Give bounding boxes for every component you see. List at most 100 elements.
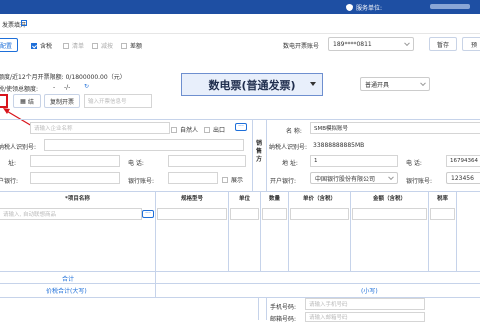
account-select[interactable]: 189****0811 [328, 37, 414, 51]
seller-bank-select[interactable]: 中国银行股份有限公司 [310, 172, 398, 184]
chevron-down-icon [420, 80, 426, 87]
total-label: 合计 [62, 276, 75, 283]
item-name-placeholder: 请输入, 自动联想商品 [3, 212, 56, 218]
seller-bank-label: 开户银行: [270, 178, 297, 185]
discount-label: 差额 [130, 43, 143, 50]
seller-taxid-value: 33888888885MB [313, 142, 365, 149]
quota-line2-value2: -/- [64, 84, 71, 91]
top-bar: 服务单位: [0, 0, 480, 14]
reduce-label: 减按 [101, 43, 114, 50]
tax-included-checkbox[interactable]: 含税 [31, 41, 52, 50]
col-tax-rate: 税率 [436, 196, 448, 202]
copy-invoice-button[interactable]: 复制开票 [44, 94, 80, 108]
quota-line: 额度/近12个月开票限额: 0/1800000.00（元） [0, 74, 126, 81]
external-link-icon[interactable] [21, 20, 27, 26]
col-spec: 规格型号 [180, 196, 203, 202]
buyer-name-placeholder: 请输入企业名称 [34, 126, 73, 132]
export-checkbox[interactable]: 出口 [204, 125, 225, 134]
seller-bank-value: 中国银行股份有限公司 [315, 175, 376, 183]
seller-account-select[interactable]: 123456 [446, 172, 480, 184]
service-unit: 服务单位: [346, 3, 382, 12]
item-more-icon[interactable]: ··· [142, 210, 154, 218]
natural-person-checkbox[interactable]: 自然人 [171, 125, 198, 134]
refresh-icon[interactable]: ↻ [84, 83, 89, 90]
draft-label: 暂存 [436, 41, 449, 49]
copy-label: 复制开票 [49, 98, 74, 106]
unit-input[interactable] [230, 208, 259, 220]
phone-label: 手机号码: [270, 304, 297, 311]
buyer-name-input[interactable]: 请输入企业名称 [30, 122, 170, 134]
spec-input[interactable] [157, 208, 227, 220]
draft-button[interactable]: 暂存 [429, 37, 457, 51]
item-name-input[interactable]: 请输入, 自动联想商品 [0, 208, 142, 220]
issue-type-value: 普通开具 [365, 81, 390, 89]
col-amount: 金额（含税） [372, 196, 406, 202]
open-label: 结 [27, 98, 34, 106]
search-placeholder: 输入开票信息号 [88, 99, 127, 105]
seller-account-label: 银行账号: [406, 178, 433, 185]
list-label: 清单 [72, 43, 85, 50]
show-checkbox[interactable]: 展示 [222, 175, 243, 184]
buyer-address-input[interactable] [30, 155, 120, 167]
seller-address-label: 地 址: [282, 160, 298, 167]
dropdown-arrow-icon [310, 82, 316, 86]
seller-account-value: 123456 [451, 174, 474, 182]
invoice-type-title: 数电票(普通发票) [208, 78, 296, 92]
checkbox-icon [204, 126, 210, 133]
seller-name-value: SMB模拟账号 [314, 126, 349, 132]
preview-label: 预 [470, 41, 477, 49]
buyer-more-icon[interactable]: ··· [235, 123, 247, 131]
invoice-type-select[interactable]: 数电票(普通发票) [181, 73, 323, 96]
user-name-masked[interactable] [430, 4, 470, 9]
seller-address-value: 1 [314, 158, 318, 164]
export-label: 出口 [213, 127, 226, 134]
seller-address-field[interactable]: 1 [310, 155, 398, 167]
checkbox-icon [121, 42, 127, 49]
seller-taxid-label: 纳税人识别号: [269, 144, 308, 151]
discount-checkbox[interactable]: 差额 [121, 41, 142, 50]
preview-button[interactable]: 预 [462, 37, 480, 51]
title-bar: 发票填开 [0, 14, 480, 34]
seller-name-field[interactable]: SMB模拟账号 [310, 122, 480, 134]
price-input[interactable] [290, 208, 349, 220]
seller-phone-value: 16794364 [450, 158, 478, 164]
checkbox-checked-icon [31, 42, 37, 49]
invoice-search-input[interactable]: 输入开票信息号 [84, 94, 152, 108]
amount-input[interactable] [352, 208, 427, 220]
buyer-taxid-input[interactable] [44, 139, 244, 151]
email-input[interactable]: 请输入邮箱号码 [305, 312, 425, 322]
total-in-words-label: 价税合计(大写) [46, 288, 87, 295]
seller-phone-label: 电 话: [406, 160, 422, 167]
buyer-bank-input[interactable] [30, 172, 120, 184]
total-lower-label: (小写) [361, 288, 378, 295]
seller-phone-field[interactable]: 16794364 [446, 155, 480, 167]
buyer-phone-input[interactable] [168, 155, 246, 167]
tax-rate-input[interactable] [430, 208, 455, 220]
issue-type-select[interactable]: 普通开具 [360, 77, 430, 91]
col-unit: 单位 [238, 196, 250, 202]
seller-name-label: 名 称: [286, 128, 302, 135]
col-item-name: *项目名称 [65, 196, 90, 202]
service-unit-label: 服务单位: [356, 5, 383, 12]
phone-input[interactable]: 请输入手机号码 [305, 298, 425, 310]
qty-input[interactable] [262, 208, 287, 220]
show-label: 展示 [231, 177, 244, 184]
quota-line2-value1: - [53, 84, 56, 91]
shield-icon [346, 4, 353, 11]
col-qty: 数量 [268, 196, 280, 202]
checkbox-icon [222, 176, 228, 183]
tax-included-label: 含税 [40, 43, 53, 50]
reduce-checkbox[interactable]: 减按 [92, 41, 113, 50]
buyer-address-label: 址: [8, 160, 17, 167]
account-label: 数电开票账号 [283, 43, 320, 50]
checkbox-icon [171, 126, 177, 133]
email-label: 邮箱号码: [270, 316, 297, 323]
checkbox-icon [63, 42, 69, 49]
quota-line2-label: 税/使领总额度: [0, 86, 39, 93]
config-button[interactable]: 配置 [0, 38, 18, 52]
buyer-account-label: 银行账号: [128, 178, 155, 185]
chevron-down-icon [404, 40, 410, 47]
list-icon: ▦ [20, 97, 26, 105]
list-checkbox[interactable]: 清单 [63, 41, 84, 50]
buyer-account-input[interactable] [168, 172, 218, 184]
